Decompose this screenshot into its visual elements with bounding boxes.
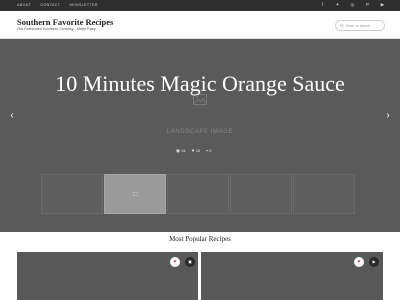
slider-thumbnail[interactable] (293, 174, 355, 214)
nav-about-link[interactable]: ABOUT (17, 0, 31, 11)
recipe-card[interactable]: ♥ ▣ (17, 252, 198, 300)
instagram-icon[interactable]: ◎ (349, 2, 356, 9)
favorite-button[interactable]: ♥ (354, 257, 364, 267)
comments-count: 0 (209, 149, 212, 154)
heart-icon: ♥ (191, 148, 195, 153)
gallery-badge: ▣ (185, 257, 195, 267)
favorite-button[interactable]: ♥ (170, 257, 180, 267)
social-links: f ✦ ◎ P ▶ (319, 0, 386, 11)
image-placeholder-label: LANDSCAPE IMAGE (166, 129, 234, 135)
chevron-right-icon[interactable]: › (384, 111, 392, 121)
slider-thumbnail[interactable] (41, 174, 103, 214)
top-nav: ABOUT CONTACT NEWSLETTER (17, 0, 98, 11)
views-count: 41 (181, 149, 186, 154)
site-tagline: Old-Fashioned Southern Cooking - Made Ea… (17, 27, 96, 31)
top-bar: ABOUT CONTACT NEWSLETTER f ✦ ◎ P ▶ (0, 0, 400, 11)
play-icon: ▶ (372, 259, 376, 264)
comments-stat: ▪ 0 (206, 148, 212, 154)
nav-contact-link[interactable]: CONTACT (40, 0, 60, 11)
video-badge: ▶ (369, 257, 379, 267)
likes-count: 15 (195, 149, 201, 154)
site-title[interactable]: Southern Favorite Recipes (17, 17, 113, 27)
pinterest-icon[interactable]: P (364, 2, 371, 9)
heart-icon: ♥ (173, 258, 177, 265)
gallery-icon: ▣ (188, 259, 192, 264)
slider-thumbnail[interactable] (230, 174, 292, 214)
heart-icon: ♥ (357, 258, 361, 265)
eye-icon: ◉ (176, 148, 180, 153)
chevron-left-icon[interactable]: ‹ (8, 111, 16, 121)
comment-icon: ▪ (206, 148, 208, 153)
nav-newsletter-link[interactable]: NEWSLETTER (69, 0, 98, 11)
hero-slider: 10 Minutes Magic Orange Sauce LANDSCAPE … (0, 39, 400, 232)
search-input[interactable] (346, 23, 384, 28)
popular-recipes-grid: ♥ ▣ ♥ ▶ (17, 252, 383, 300)
recipe-card[interactable]: ♥ ▶ (201, 252, 383, 300)
slider-thumbnail[interactable] (167, 174, 229, 214)
slider-thumbnail-active[interactable] (104, 174, 166, 214)
search-box[interactable] (335, 20, 385, 31)
image-placeholder-icon (132, 192, 138, 196)
hero-title[interactable]: 10 Minutes Magic Orange Sauce (40, 71, 360, 97)
views-stat: ◉ 41 (176, 148, 186, 154)
likes-stat: ♥ 15 (191, 148, 201, 154)
slider-thumbnails (41, 174, 355, 214)
search-icon (340, 23, 344, 28)
facebook-icon[interactable]: f (319, 2, 326, 9)
youtube-icon[interactable]: ▶ (379, 2, 386, 9)
section-title: Most Popular Recipes (169, 235, 231, 243)
post-stats: ◉ 41 ♥ 15 ▪ 0 (176, 148, 212, 154)
twitter-icon[interactable]: ✦ (334, 2, 341, 9)
